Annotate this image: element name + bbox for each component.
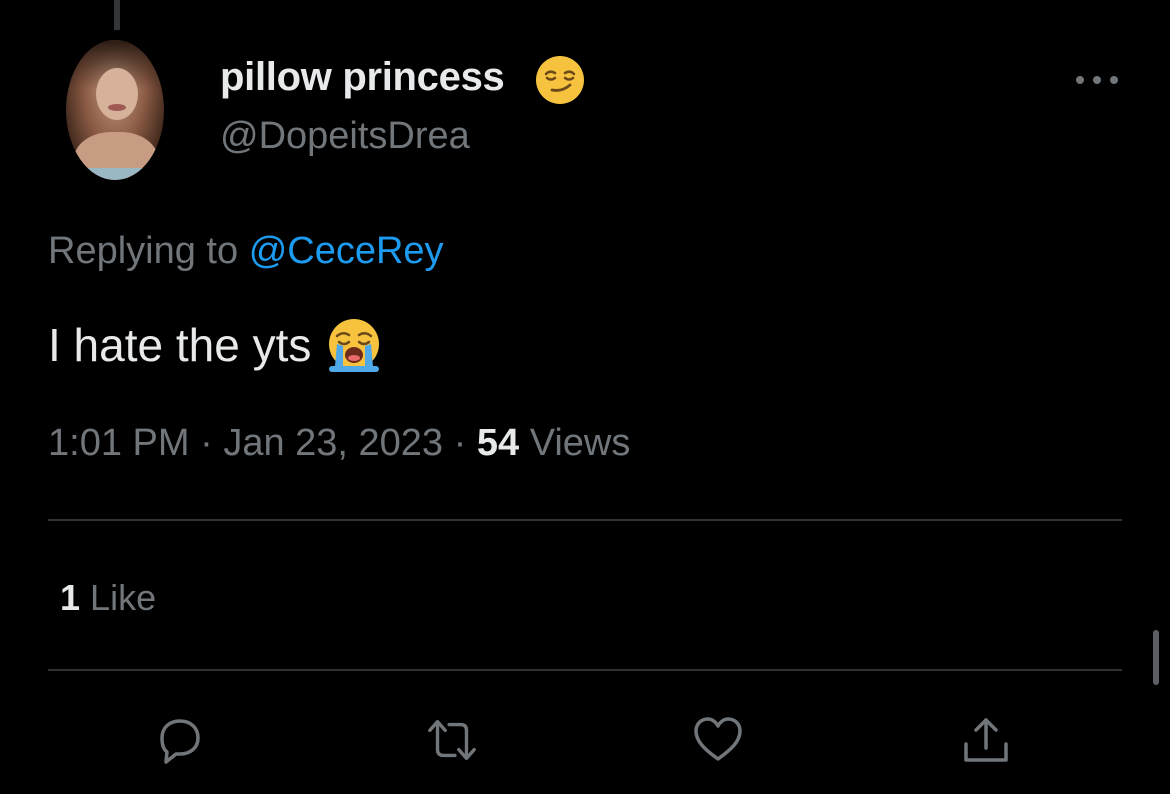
avatar-clothing <box>88 168 144 180</box>
author-display-name[interactable]: pillow princess <box>220 55 505 100</box>
reply-button[interactable] <box>152 712 208 768</box>
avatar-face <box>96 68 138 120</box>
retweet-icon <box>428 719 476 761</box>
views-label: Views <box>529 422 631 464</box>
meta-separator: · <box>453 422 467 464</box>
divider <box>48 669 1122 671</box>
tweet-body: I hate the yts <box>48 316 383 374</box>
divider <box>48 519 1122 521</box>
thread-connector-line <box>114 0 120 30</box>
likes-stat[interactable]: 1 Like <box>60 577 156 619</box>
replying-to-label: Replying to <box>48 230 239 272</box>
scrollbar[interactable] <box>1153 630 1159 685</box>
smirking-face-emoji-icon <box>536 56 584 104</box>
avatar-lips <box>108 104 126 111</box>
like-icon <box>694 717 742 761</box>
more-dots-icon <box>1076 76 1118 84</box>
like-button[interactable] <box>690 712 746 768</box>
tweet-time[interactable]: 1:01 PM <box>48 422 190 464</box>
retweet-button[interactable] <box>424 712 480 768</box>
share-button[interactable] <box>958 712 1014 768</box>
reply-icon <box>160 719 200 764</box>
avatar[interactable] <box>66 40 164 180</box>
views-count: 54 <box>476 422 520 464</box>
loudly-crying-face-emoji-icon <box>329 319 380 372</box>
tweet-text: I hate the yts <box>48 319 312 371</box>
replying-to-line: Replying to @CeceRey <box>48 230 444 273</box>
share-icon <box>964 718 1008 762</box>
replying-to-mention[interactable]: @CeceRey <box>249 230 444 272</box>
likes-label: Like <box>90 577 157 618</box>
author-handle[interactable]: @DopeitsDrea <box>220 115 470 158</box>
tweet-date[interactable]: Jan 23, 2023 <box>223 422 443 464</box>
tweet-metadata: 1:01 PM · Jan 23, 2023 · 54 Views <box>48 422 630 465</box>
likes-count: 1 <box>60 577 81 618</box>
more-options-button[interactable] <box>1072 62 1122 98</box>
meta-separator: · <box>200 422 213 464</box>
